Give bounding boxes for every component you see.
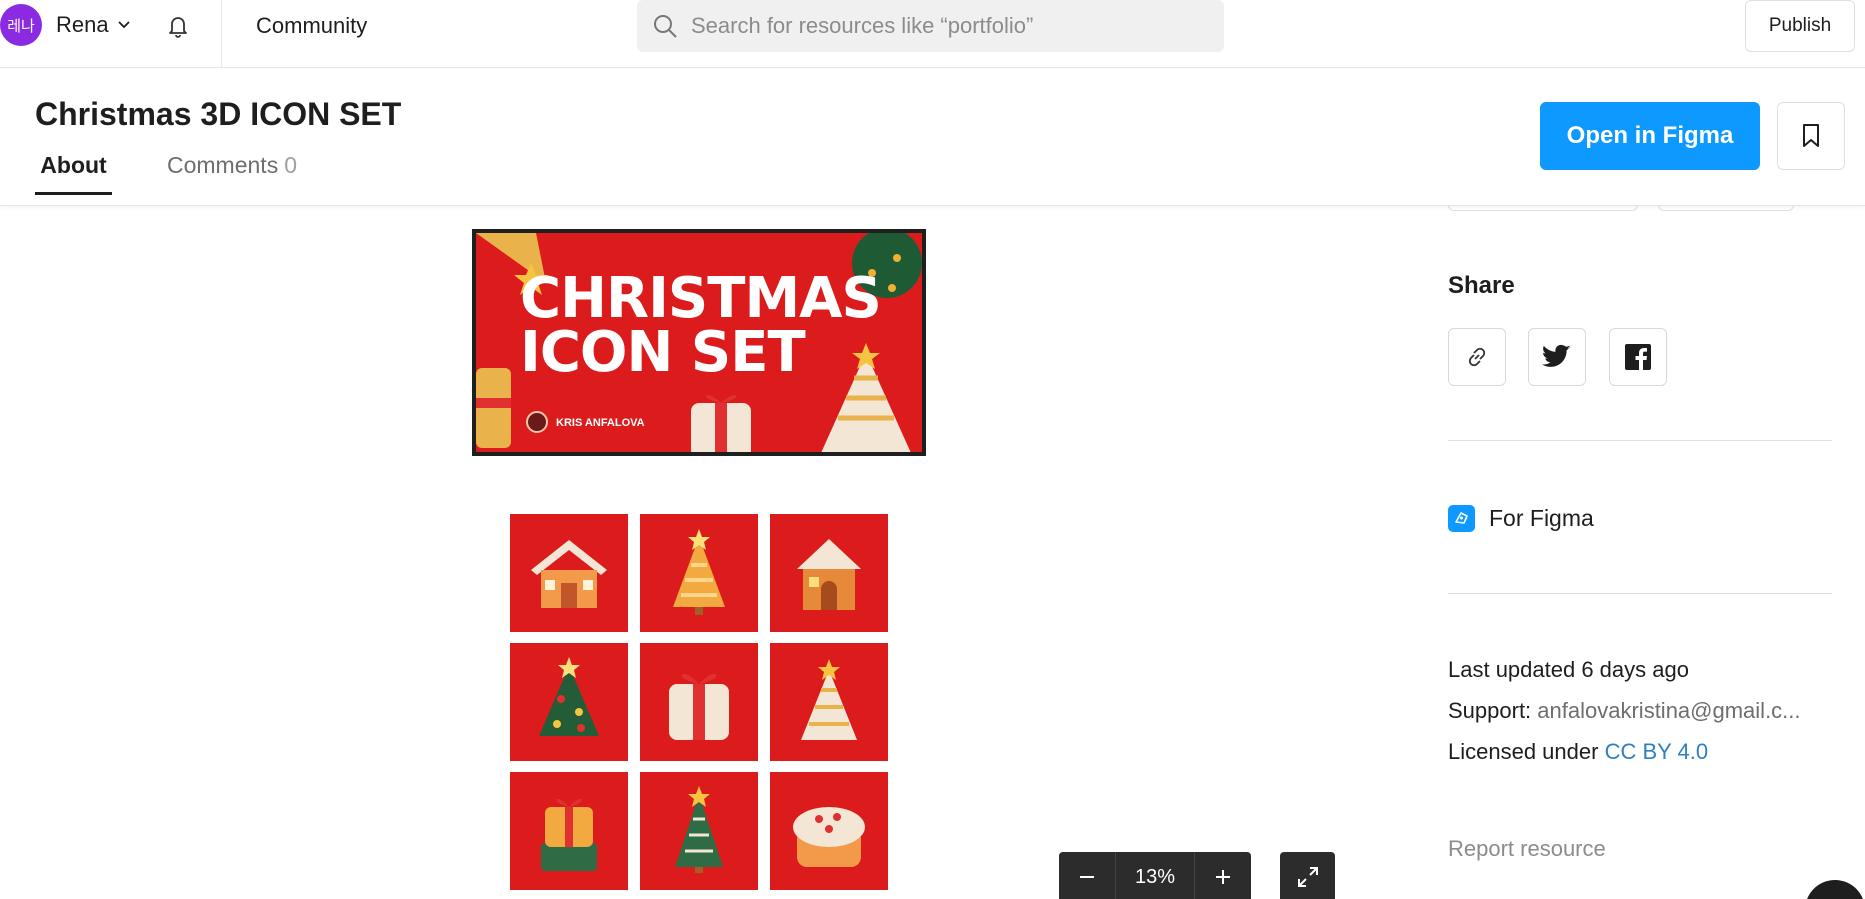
icon-grid bbox=[510, 514, 888, 892]
user-name[interactable]: Rena bbox=[56, 12, 109, 38]
green-tree-icon bbox=[675, 786, 723, 873]
zoom-out-button[interactable] bbox=[1059, 852, 1115, 899]
twitter-icon bbox=[1542, 344, 1571, 367]
icon-tile[interactable] bbox=[510, 514, 628, 632]
divider bbox=[221, 0, 222, 68]
open-in-figma-button[interactable]: Open in Figma bbox=[1540, 102, 1760, 170]
share-facebook-button[interactable] bbox=[1609, 328, 1667, 386]
tab-about[interactable]: About bbox=[35, 152, 112, 195]
divider bbox=[1448, 440, 1832, 441]
banner-author: KRIS ANFALOVA bbox=[556, 417, 645, 429]
share-twitter-button[interactable] bbox=[1528, 328, 1586, 386]
publish-button[interactable]: Publish bbox=[1745, 0, 1855, 52]
cone-tree-icon bbox=[801, 659, 857, 740]
report-resource-link[interactable]: Report resource bbox=[1448, 836, 1606, 862]
house-icon bbox=[531, 540, 607, 608]
last-updated: Last updated 6 days ago bbox=[1448, 657, 1689, 682]
comments-count: 0 bbox=[284, 152, 297, 178]
page-title: Christmas 3D ICON SET bbox=[35, 96, 402, 132]
cover-image[interactable]: CHRISTMAS ICON SET KRIS ANFALOVA bbox=[472, 229, 926, 456]
nav-community[interactable]: Community bbox=[256, 13, 367, 39]
search-input[interactable]: Search for resources like “portfolio” bbox=[637, 0, 1224, 52]
christmas-tree-icon bbox=[539, 657, 599, 736]
tab-comments-label: Comments bbox=[167, 152, 279, 178]
icon-tile[interactable] bbox=[510, 643, 628, 761]
gift-left-decoration-icon bbox=[476, 368, 511, 448]
gingerbread-house-icon bbox=[797, 539, 861, 610]
icon-tile[interactable] bbox=[640, 643, 758, 761]
cone-tree-decoration-icon bbox=[821, 343, 911, 452]
avatar[interactable]: 레나 bbox=[0, 4, 42, 46]
facebook-icon bbox=[1625, 344, 1651, 370]
search-icon bbox=[654, 15, 677, 38]
link-icon bbox=[1468, 347, 1486, 367]
top-bar: 레나 Rena Community Search for resources l… bbox=[0, 0, 1865, 68]
support-info: Support: anfalovakristina@gmail.c... bbox=[1448, 698, 1801, 724]
expand-icon bbox=[1297, 867, 1318, 887]
help-button[interactable] bbox=[1805, 880, 1865, 899]
plus-icon bbox=[1216, 870, 1230, 884]
support-email[interactable]: anfalovakristina@gmail.c... bbox=[1537, 698, 1800, 723]
bell-icon[interactable] bbox=[164, 12, 192, 40]
figma-platform-icon bbox=[1448, 505, 1475, 532]
zoom-level: 13% bbox=[1115, 852, 1195, 899]
share-heading: Share bbox=[1448, 272, 1515, 299]
license-link[interactable]: CC BY 4.0 bbox=[1605, 739, 1709, 764]
gift-box-icon bbox=[669, 673, 729, 740]
icon-tile[interactable] bbox=[770, 643, 888, 761]
chevron-down-icon[interactable] bbox=[116, 16, 132, 32]
fullscreen-button[interactable] bbox=[1280, 852, 1335, 899]
cake-icon bbox=[793, 807, 865, 867]
icon-tile[interactable] bbox=[640, 772, 758, 890]
cover-artwork: CHRISTMAS ICON SET KRIS ANFALOVA bbox=[476, 233, 922, 452]
icon-tile[interactable] bbox=[770, 772, 888, 890]
tab-comments[interactable]: Comments 0 bbox=[167, 152, 297, 179]
icon-tile[interactable] bbox=[640, 514, 758, 632]
license-label: Licensed under bbox=[1448, 739, 1599, 764]
banner-title-line1: CHRISTMAS bbox=[520, 266, 882, 331]
zoom-in-button[interactable] bbox=[1195, 852, 1251, 899]
gift-decoration-icon bbox=[691, 395, 751, 452]
icon-tile[interactable] bbox=[770, 514, 888, 632]
bookmark-button[interactable] bbox=[1777, 102, 1845, 170]
resource-header: Christmas 3D ICON SET About Comments 0 Op… bbox=[0, 68, 1865, 206]
copy-link-button[interactable] bbox=[1448, 328, 1506, 386]
license-info: Licensed under CC BY 4.0 bbox=[1448, 739, 1708, 765]
zoom-controls: 13% bbox=[1059, 852, 1251, 899]
support-label: Support: bbox=[1448, 698, 1532, 723]
platform-label: For Figma bbox=[1489, 505, 1594, 531]
icon-tile[interactable] bbox=[510, 772, 628, 890]
divider bbox=[1448, 593, 1832, 594]
search-placeholder: Search for resources like “portfolio” bbox=[691, 13, 1034, 38]
banner-title-line2: ICON SET bbox=[520, 320, 806, 385]
gift-chest-icon bbox=[541, 798, 597, 871]
minus-icon bbox=[1080, 876, 1094, 878]
bookmark-icon bbox=[1803, 124, 1819, 147]
author-avatar bbox=[526, 411, 548, 433]
golden-tree-icon bbox=[673, 529, 725, 615]
